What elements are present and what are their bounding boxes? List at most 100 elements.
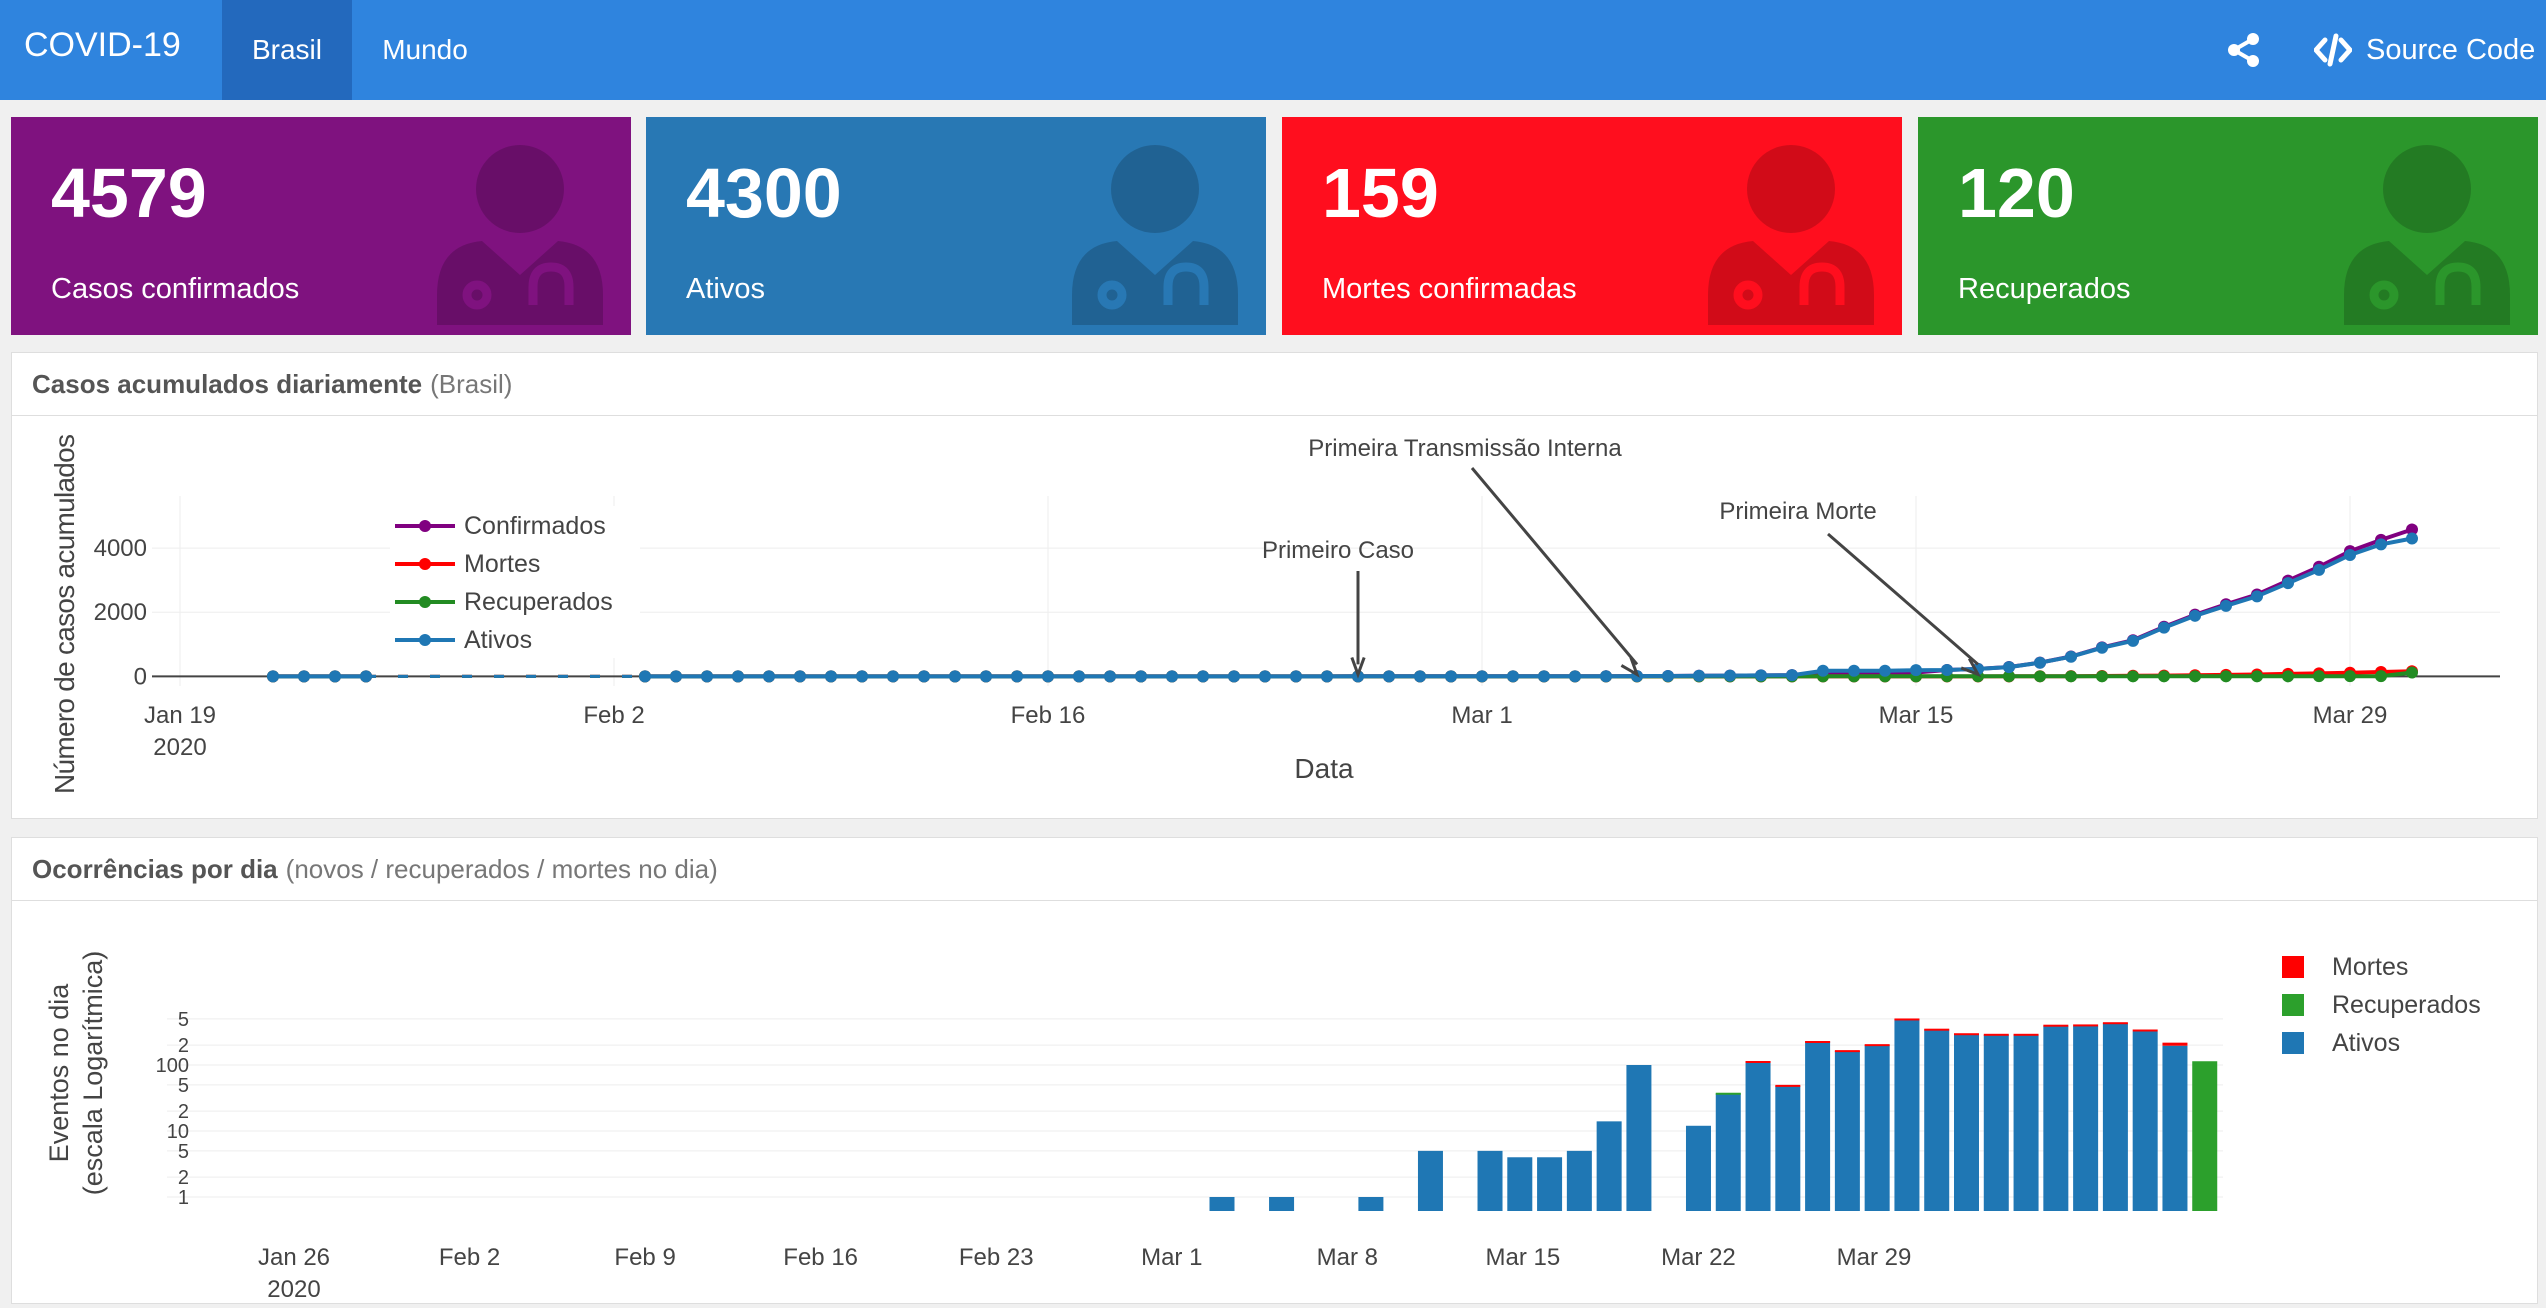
data-point-ativos xyxy=(2406,532,2418,545)
annotation-label: Primeiro Caso xyxy=(1262,537,1414,564)
cumulative-cases-panel: Casos acumulados diariamente (Brasil) Ja… xyxy=(11,352,2538,819)
data-point-ativos xyxy=(1724,669,1736,682)
bar-mortes xyxy=(1864,1044,1890,1047)
legend-label: Confirmados xyxy=(464,512,606,540)
data-point-ativos xyxy=(2034,656,2046,669)
user-md-icon xyxy=(2344,145,2510,325)
bar-ativos xyxy=(1745,1061,1771,1211)
data-point-ativos xyxy=(1414,670,1426,683)
panel-title: Ocorrências por dia xyxy=(32,853,278,884)
tab-brasil[interactable]: Brasil xyxy=(222,0,352,100)
card-label: Recuperados xyxy=(1958,273,2131,305)
bar-mortes xyxy=(2043,1024,2069,1027)
user-md-icon xyxy=(1708,145,1874,325)
data-point-ativos xyxy=(949,670,961,683)
card-value: 159 xyxy=(1322,154,1439,232)
data-point-ativos xyxy=(1321,670,1333,683)
data-point-ativos xyxy=(1507,670,1519,683)
data-point-ativos xyxy=(2344,549,2356,562)
data-point-ativos xyxy=(1073,670,1085,683)
data-point-ativos xyxy=(1600,670,1612,683)
data-point-recuperados xyxy=(2189,670,2201,683)
bar-recuperados xyxy=(1715,1092,1741,1095)
x-tick-label: Feb 9 xyxy=(614,1244,675,1271)
y-tick-label: 10 xyxy=(167,1121,189,1143)
x-tick-label: Mar 22 xyxy=(1661,1244,1736,1271)
bar-mortes xyxy=(1894,1018,1920,1021)
data-point-ativos xyxy=(1104,670,1116,683)
data-point-ativos xyxy=(1259,670,1271,683)
legend-swatch-dot xyxy=(419,596,431,608)
data-point-ativos xyxy=(732,670,744,683)
data-point-ativos xyxy=(2251,590,2263,603)
y-tick-label: 4000 xyxy=(94,535,147,562)
data-point-ativos xyxy=(2313,563,2325,576)
y-tick-label: 1 xyxy=(178,1187,189,1209)
bar-ativos xyxy=(1596,1121,1622,1211)
data-point-recuperados xyxy=(2313,670,2325,683)
bar-ativos xyxy=(1775,1086,1801,1211)
bar-ativos xyxy=(2162,1045,2188,1211)
legend-label: Recuperados xyxy=(2332,991,2481,1019)
legend-swatch xyxy=(2282,956,2304,978)
tab-mundo[interactable]: Mundo xyxy=(362,0,488,100)
data-point-ativos xyxy=(980,670,992,683)
bar-mortes xyxy=(1834,1050,1860,1053)
data-point-recuperados xyxy=(2065,670,2077,683)
legend-label: Mortes xyxy=(2332,953,2408,981)
app-brand[interactable]: COVID-19 xyxy=(24,26,181,65)
annotation-label: Primeira Morte xyxy=(1719,498,1876,525)
bar-ativos xyxy=(1507,1157,1533,1211)
x-tick-label: Jan 19 xyxy=(144,702,216,729)
panel-title: Casos acumulados diariamente xyxy=(32,368,423,399)
card-value: 4300 xyxy=(686,154,842,232)
bar-ativos xyxy=(1954,1034,1979,1211)
user-md-icon xyxy=(437,145,603,325)
legend-swatch-dot xyxy=(419,558,431,570)
panel-header: Casos acumulados diariamente (Brasil) xyxy=(12,353,2537,416)
x-tick-label: Mar 8 xyxy=(1317,1244,1378,1271)
y-tick-label: 5 xyxy=(178,1009,189,1031)
y-tick-label: 2 xyxy=(178,1167,189,1189)
bar-ativos xyxy=(1626,1065,1652,1211)
bar-mortes xyxy=(1954,1033,1979,1036)
legend-label: Ativos xyxy=(464,626,532,654)
x-tick-label: Mar 15 xyxy=(1879,702,1954,729)
card-active: 4300 Ativos xyxy=(646,117,1266,335)
bar-ativos xyxy=(2013,1034,2039,1211)
bar-mortes xyxy=(1805,1041,1831,1044)
share-icon[interactable] xyxy=(2224,30,2264,70)
card-value: 4579 xyxy=(51,154,207,232)
legend-label: Mortes xyxy=(464,550,540,578)
bar-ativos xyxy=(1924,1029,1950,1211)
data-point-recuperados xyxy=(2406,666,2418,679)
y-tick-label: 2 xyxy=(178,1035,189,1057)
source-code-link[interactable]: Source Code xyxy=(2314,28,2535,72)
x-tick-label: Mar 15 xyxy=(1486,1244,1561,1271)
data-point-ativos xyxy=(2282,577,2294,590)
card-value: 120 xyxy=(1958,154,2075,232)
data-point-ativos xyxy=(2375,538,2387,551)
bar-mortes xyxy=(1745,1060,1771,1063)
x-tick-label: Feb 2 xyxy=(439,1244,500,1271)
data-point-ativos xyxy=(267,670,279,683)
cumulative-line-chart[interactable]: Jan 19 Feb 2 Feb 16 Mar 1 Mar 15 Mar 29 2020 0 2… xyxy=(12,416,2537,816)
data-point-ativos xyxy=(701,670,713,683)
card-confirmed: 4579 Casos confirmados xyxy=(11,117,631,335)
panel-header: Ocorrências por dia (novos / recuperados… xyxy=(12,838,2537,901)
x-tick-label: Mar 1 xyxy=(1451,702,1512,729)
bar-ativos xyxy=(1983,1034,2009,1211)
data-point-ativos xyxy=(918,670,930,683)
bar-ativos xyxy=(1864,1045,1890,1211)
data-point-ativos xyxy=(1383,670,1395,683)
data-point-ativos xyxy=(360,670,372,683)
bar-ativos xyxy=(1477,1150,1503,1211)
y-tick-label: 2 xyxy=(178,1101,189,1123)
daily-bar-chart[interactable]: 125102510025Jan 26 Feb 2 Feb 9 Feb 16 Feb 23… xyxy=(12,901,2537,1303)
data-point-ativos xyxy=(298,670,310,683)
x-tick-label: Mar 29 xyxy=(2313,702,2388,729)
bar-ativos xyxy=(1537,1157,1563,1211)
legend-swatch-dot xyxy=(419,520,431,532)
annotation-label: Primeira Transmissão Interna xyxy=(1308,435,1622,462)
bar-ativos xyxy=(1417,1150,1443,1211)
